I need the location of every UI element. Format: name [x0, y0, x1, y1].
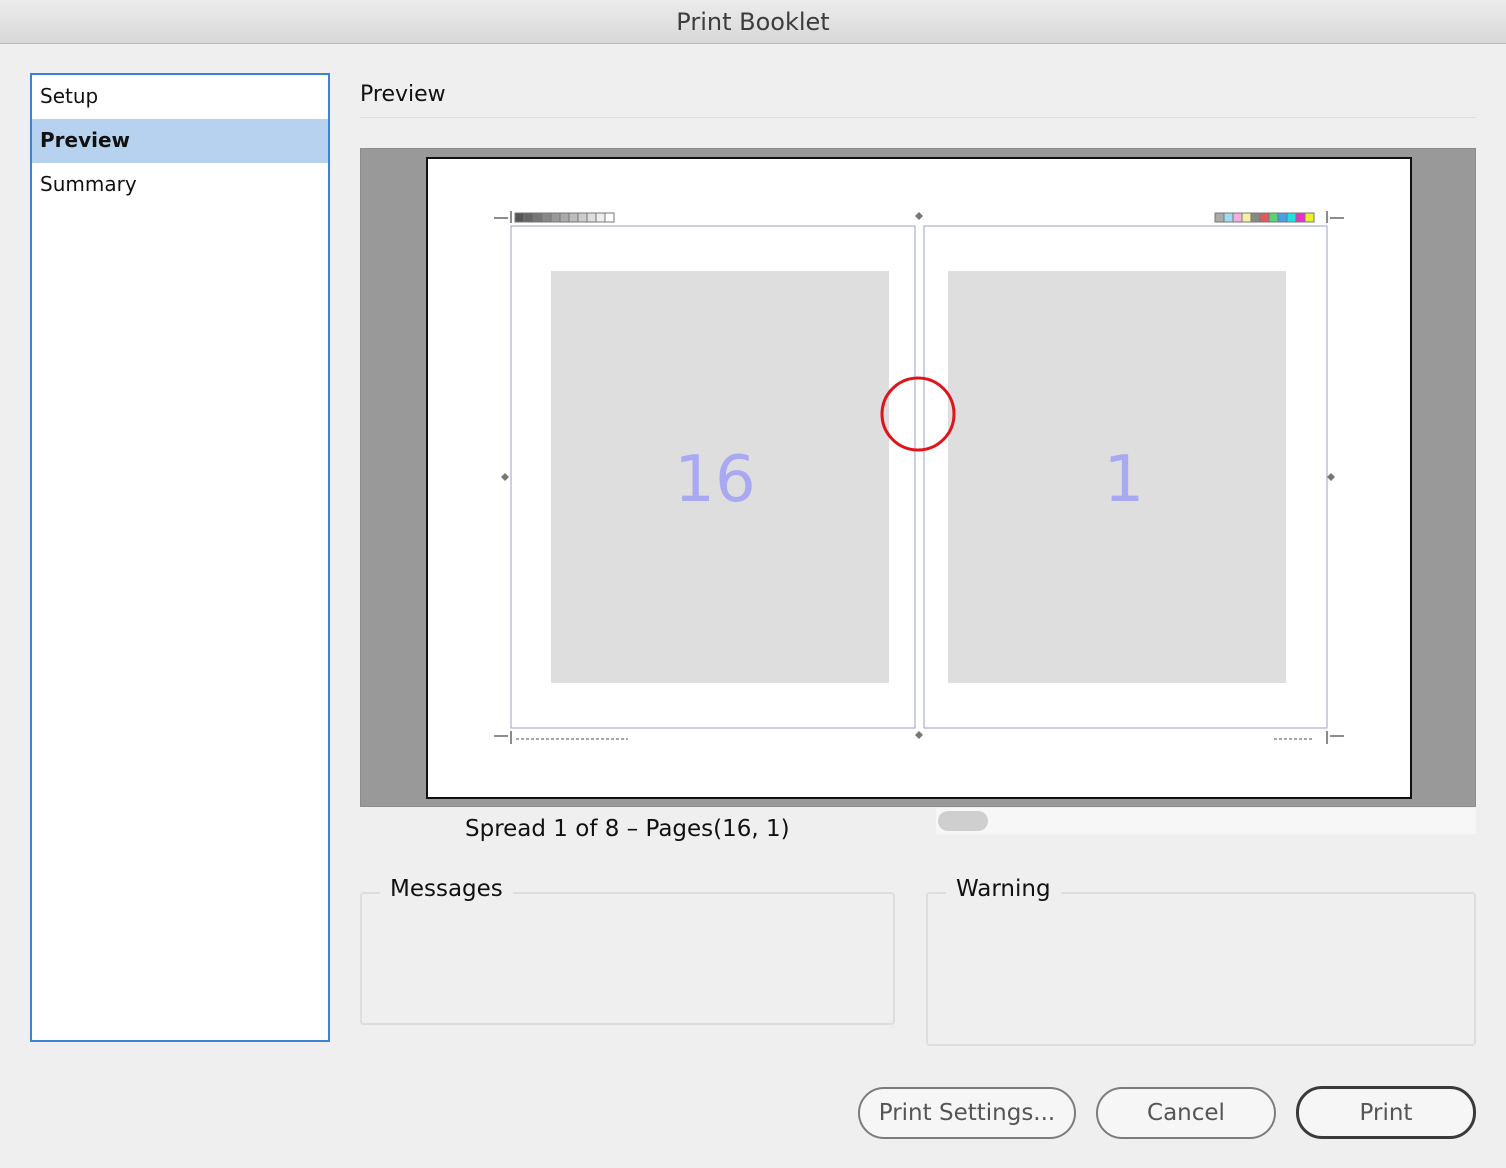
warning-label: Warning — [946, 876, 1061, 902]
grayscale-bar — [514, 212, 615, 223]
sidebar-item-setup[interactable]: Setup — [32, 75, 328, 119]
print-button[interactable]: Print — [1296, 1086, 1476, 1139]
scrollbar-thumb[interactable] — [938, 811, 988, 831]
right-page-number: 1 — [1104, 443, 1145, 517]
spread-preview: 16 1 — [494, 211, 1344, 744]
section-divider — [360, 117, 1476, 118]
category-list[interactable]: Setup Preview Summary — [30, 73, 330, 1042]
print-settings-button[interactable]: Print Settings... — [858, 1087, 1076, 1139]
sidebar-item-summary[interactable]: Summary — [32, 163, 328, 207]
spread-label: Spread 1 of 8 – Pages(16, 1) — [465, 816, 790, 842]
sidebar-item-preview[interactable]: Preview — [32, 119, 328, 163]
highlight-circle — [880, 376, 956, 452]
preview-pane: 16 1 — [360, 148, 1476, 807]
color-bar — [1214, 212, 1315, 223]
paper-sheet: 16 1 — [426, 157, 1412, 799]
messages-box: Messages — [360, 876, 895, 1025]
cancel-button[interactable]: Cancel — [1096, 1087, 1276, 1139]
messages-label: Messages — [380, 876, 513, 902]
title-bar: Print Booklet — [0, 0, 1506, 44]
warning-box: Warning — [926, 876, 1476, 1046]
spread-scrollbar[interactable] — [936, 808, 1476, 834]
window-title: Print Booklet — [676, 8, 830, 36]
section-title: Preview — [360, 82, 446, 107]
left-page-number: 16 — [674, 443, 755, 517]
